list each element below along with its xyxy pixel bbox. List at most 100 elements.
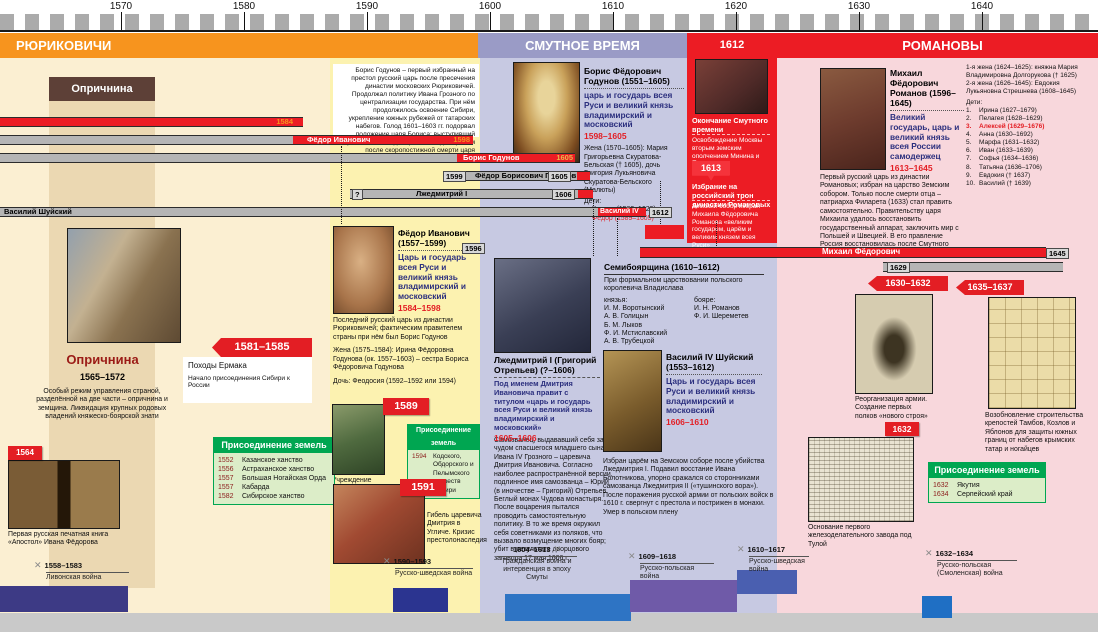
war-years: 1632–1634 (936, 549, 974, 558)
mikhail-card: Михаил Фёдорович Романов (1596–1645) Вел… (890, 68, 964, 173)
fedor-title: Царь и государь всея Руси и великий княз… (398, 253, 482, 302)
tula-factory-image (808, 437, 914, 522)
war-cross-icon: ✕ (925, 548, 933, 559)
badge-1632: 1632 (885, 422, 919, 436)
ermak-box: Походы Ермака Начало присоединения Сибир… (183, 357, 312, 403)
bar-falsedmitry-label: Лжедмитрий I (416, 190, 467, 198)
badge-1591: 1591 (400, 479, 446, 496)
child-name: Евдокия († 1637) (979, 172, 1030, 180)
ruler-year-label: 1630 (839, 1, 879, 12)
boris-family: Жена (1570–1605): Мария Григорьевна Скур… (584, 145, 684, 196)
war-marker-swedish-1610: ✕ 1610–1617 Русско-шведская война (737, 544, 809, 574)
accession-1613-marker (645, 225, 684, 239)
war-name: Ливонская война (46, 572, 129, 582)
land-name: Большая Ногайская Орда (242, 474, 326, 483)
war-years: 1609–1618 (639, 552, 677, 561)
child-name: Ирина (1627–1679) (979, 107, 1037, 115)
war-name: Гражданская война и интервенция в эпоху … (497, 556, 577, 582)
ruler-year-label: 1570 (101, 1, 141, 12)
land-name: Кабарда (242, 483, 269, 492)
marker-1596-box: 1596 (462, 243, 485, 254)
oprichnina-header-box: Опричнина (49, 77, 155, 101)
child-row: 3.Алексей (1629–1676) (966, 123, 1092, 131)
semiboyars-boyar: Ф. И. Шереметев (694, 313, 764, 321)
ruler-year-label: 1620 (716, 1, 756, 12)
bar-vasily-left-label: Василий Шуйский (4, 208, 72, 216)
land-name: Казанское ханство (242, 456, 303, 465)
ruler-year-label: 1610 (593, 1, 633, 12)
mikhail-wife2: 2-я жена (1626–1645): Евдокия Лукьяновна… (966, 80, 1092, 96)
lands-box-title: Присоединение земель (407, 424, 480, 450)
child-number: 5. (966, 139, 979, 147)
bar-falsedmitry-life: Лжедмитрий I (350, 189, 578, 199)
lands-box-3: Присоединение земель 1632Якутия 1634Серп… (928, 462, 1046, 503)
uglich-caption: Гибель царевича Дмитрия в Угличе. Кризис… (427, 512, 482, 546)
bar-fedor-end-year: 1598 (453, 136, 470, 144)
mikhail-wife1: 1-я жена (1624–1625): княжна Мария Влади… (966, 64, 1092, 80)
land-year: 1557 (218, 474, 238, 483)
bar-boris-pre (0, 153, 457, 163)
era-smuta-label: СМУТНОЕ ВРЕМЯ (525, 38, 640, 53)
child-name: Татьяна (1636–1706) (979, 164, 1042, 172)
boris-reign: 1598–1605 (584, 131, 684, 141)
semiboyars-subtitle: При формальном царствовании польского ко… (604, 277, 764, 294)
bar-fedor2-end-box: 1605 (548, 171, 571, 182)
connector-dotted (617, 218, 618, 256)
panel-1613-text: Земский собор избрал Михаила Фёдоровича … (692, 203, 774, 250)
ruler: 1570 1580 1590 1600 1610 1620 1630 1640 (0, 0, 1098, 33)
era-romanov-label: РОМАНОВЫ (787, 33, 1098, 58)
vasily-reign: 1606–1610 (666, 417, 762, 427)
apostol-caption: Первая русская печатная книга «Апостол» … (8, 531, 120, 548)
mikhail-reign: 1613–1645 (890, 163, 964, 173)
war-name: Русско-польская (Смоленская) война (937, 560, 1017, 578)
land-name: Сибирское ханство (242, 492, 305, 501)
fedor-card: Фёдор Иванович (1557–1599) Царь и госуда… (398, 228, 482, 313)
ruler-tick (736, 12, 737, 30)
vasily-title: Царь и государь всея Руси и великий княз… (666, 377, 762, 416)
war-bar-swedish-1590 (393, 588, 448, 612)
bar-vasily-reign: Василий IV (598, 207, 646, 217)
bar-ivan-end-year: 1584 (276, 118, 293, 126)
ruler-year-label: 1580 (224, 1, 264, 12)
fedor-portrait-image (333, 226, 394, 314)
war-marker-livonian: ✕ 1558–1583 Ливонская война (34, 560, 129, 582)
child-row: 10.Василий († 1639) (966, 180, 1092, 188)
child-number: 4. (966, 131, 979, 139)
timeline-poster: 1570 1580 1590 1600 1610 1620 1630 1640 … (0, 0, 1098, 632)
connector-dotted (341, 146, 342, 224)
oprichnina-text: Особый режим управления страной, разделё… (22, 388, 182, 422)
badge-1635-1637: 1635–1637 (956, 280, 1024, 295)
ruler-tick (490, 12, 491, 30)
semiboyars-knyaz: И. М. Воротынский (604, 305, 686, 313)
land-year: 1557 (218, 483, 238, 492)
land-name: Якутия (957, 481, 980, 490)
army-caption: Реорганизация армии. Создание первых пол… (855, 396, 935, 421)
land-name: Астраханское ханство (242, 465, 314, 474)
bar-boris-end-year: 1605 (556, 154, 573, 162)
land-year: 1634 (933, 490, 953, 499)
child-number: 1. (966, 107, 979, 115)
forts-caption: Возобновление строительства крепостей Та… (985, 412, 1088, 454)
oprichnina-years: 1565–1572 (20, 372, 185, 382)
lands-box-title: Присоединение земель (213, 437, 335, 453)
soldier-image (855, 294, 933, 394)
falsedmitry-card: Лжедмитрий I (Григорий Отрепьев) (?–1606… (494, 355, 600, 443)
panel-1612: 1612 Окончание Смутного времени Освобожд… (687, 33, 777, 243)
boris-title: царь и государь всея Руси и великий княз… (584, 91, 684, 130)
oprichnina-painting-image (67, 228, 181, 343)
child-number: 9. (966, 172, 979, 180)
falsedmitry-title: Под именем Дмитрия Ивановича правит с ти… (494, 380, 600, 432)
apostol-book-image (8, 460, 120, 529)
child-row: 1.Ирина (1627–1679) (966, 107, 1092, 115)
badge-1589: 1589 (383, 398, 429, 415)
child-number: 6. (966, 147, 979, 155)
ruler-year-label: 1590 (347, 1, 387, 12)
panel-1612-divider (692, 134, 770, 135)
minin-pozharsky-image (695, 59, 768, 114)
fedor-note: Последний русский царь из династии Рюрик… (333, 317, 480, 342)
child-name: Алексей (1629–1676) (979, 123, 1044, 131)
child-name: Пелагея (1628–1629) (979, 115, 1043, 123)
semiboyars-knyaz: А. В. Трубецкой (604, 338, 686, 346)
ruler-year-label: 1640 (962, 1, 1002, 12)
war-marker-polish-1609: ✕ 1609–1618 Русско-польская война (628, 551, 714, 581)
